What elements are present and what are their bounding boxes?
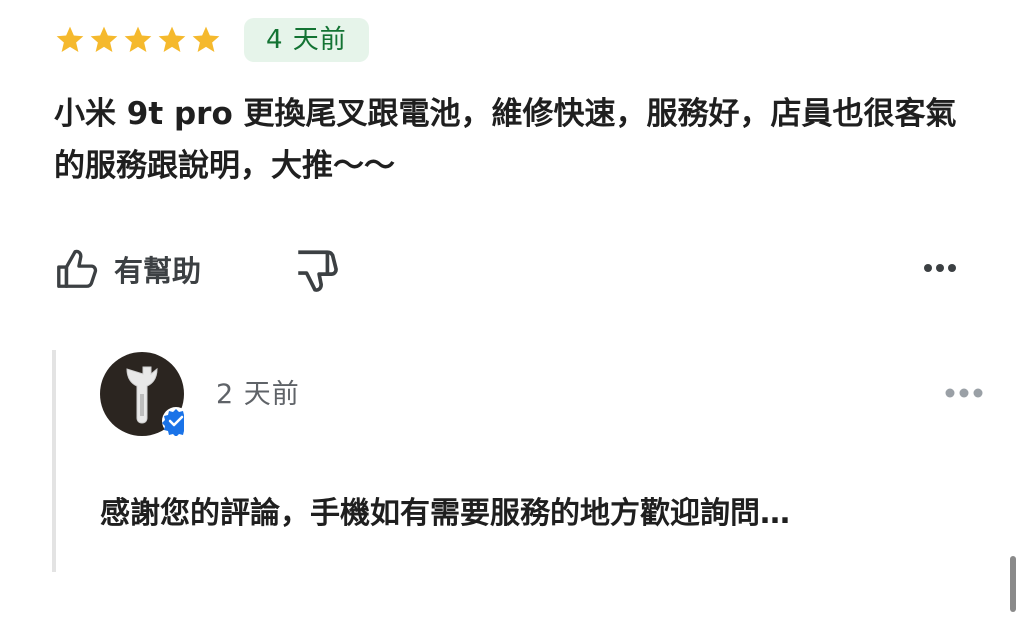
review-more-button[interactable] [920, 256, 960, 280]
review-actions: 有幫助 [54, 244, 974, 294]
review-time-badge: 4 天前 [244, 18, 369, 62]
helpful-button[interactable]: 有幫助 [54, 244, 201, 294]
reply-text: 感謝您的評論，手機如有需要服務的地方歡迎詢問… [100, 496, 790, 531]
star-icon [56, 26, 84, 52]
more-horizontal-icon [924, 264, 956, 272]
owner-reply: 2 天前 感謝您的評論，手機如有需要服務的地方歡迎詢問… [52, 350, 986, 572]
star-icon [124, 26, 152, 52]
owner-avatar [100, 352, 190, 437]
more-horizontal-icon [945, 388, 983, 398]
review-text: 小米 9t pro 更換尾叉跟電池，維修快速，服務好，店員也很客氣的服務跟說明，… [54, 96, 957, 184]
star-icon [192, 26, 220, 52]
rating-row: 4 天前 [54, 18, 369, 62]
helpful-label: 有幫助 [114, 254, 202, 288]
reply-more-button[interactable] [942, 382, 986, 404]
star-icon [90, 26, 118, 52]
not-helpful-button[interactable] [292, 246, 342, 296]
thumbs-down-icon [298, 250, 338, 292]
scrollbar[interactable] [1010, 556, 1016, 612]
star-icon [158, 26, 186, 52]
reply-time: 2 天前 [216, 379, 300, 410]
star-rating [54, 24, 222, 56]
thumbs-up-icon [57, 249, 98, 288]
